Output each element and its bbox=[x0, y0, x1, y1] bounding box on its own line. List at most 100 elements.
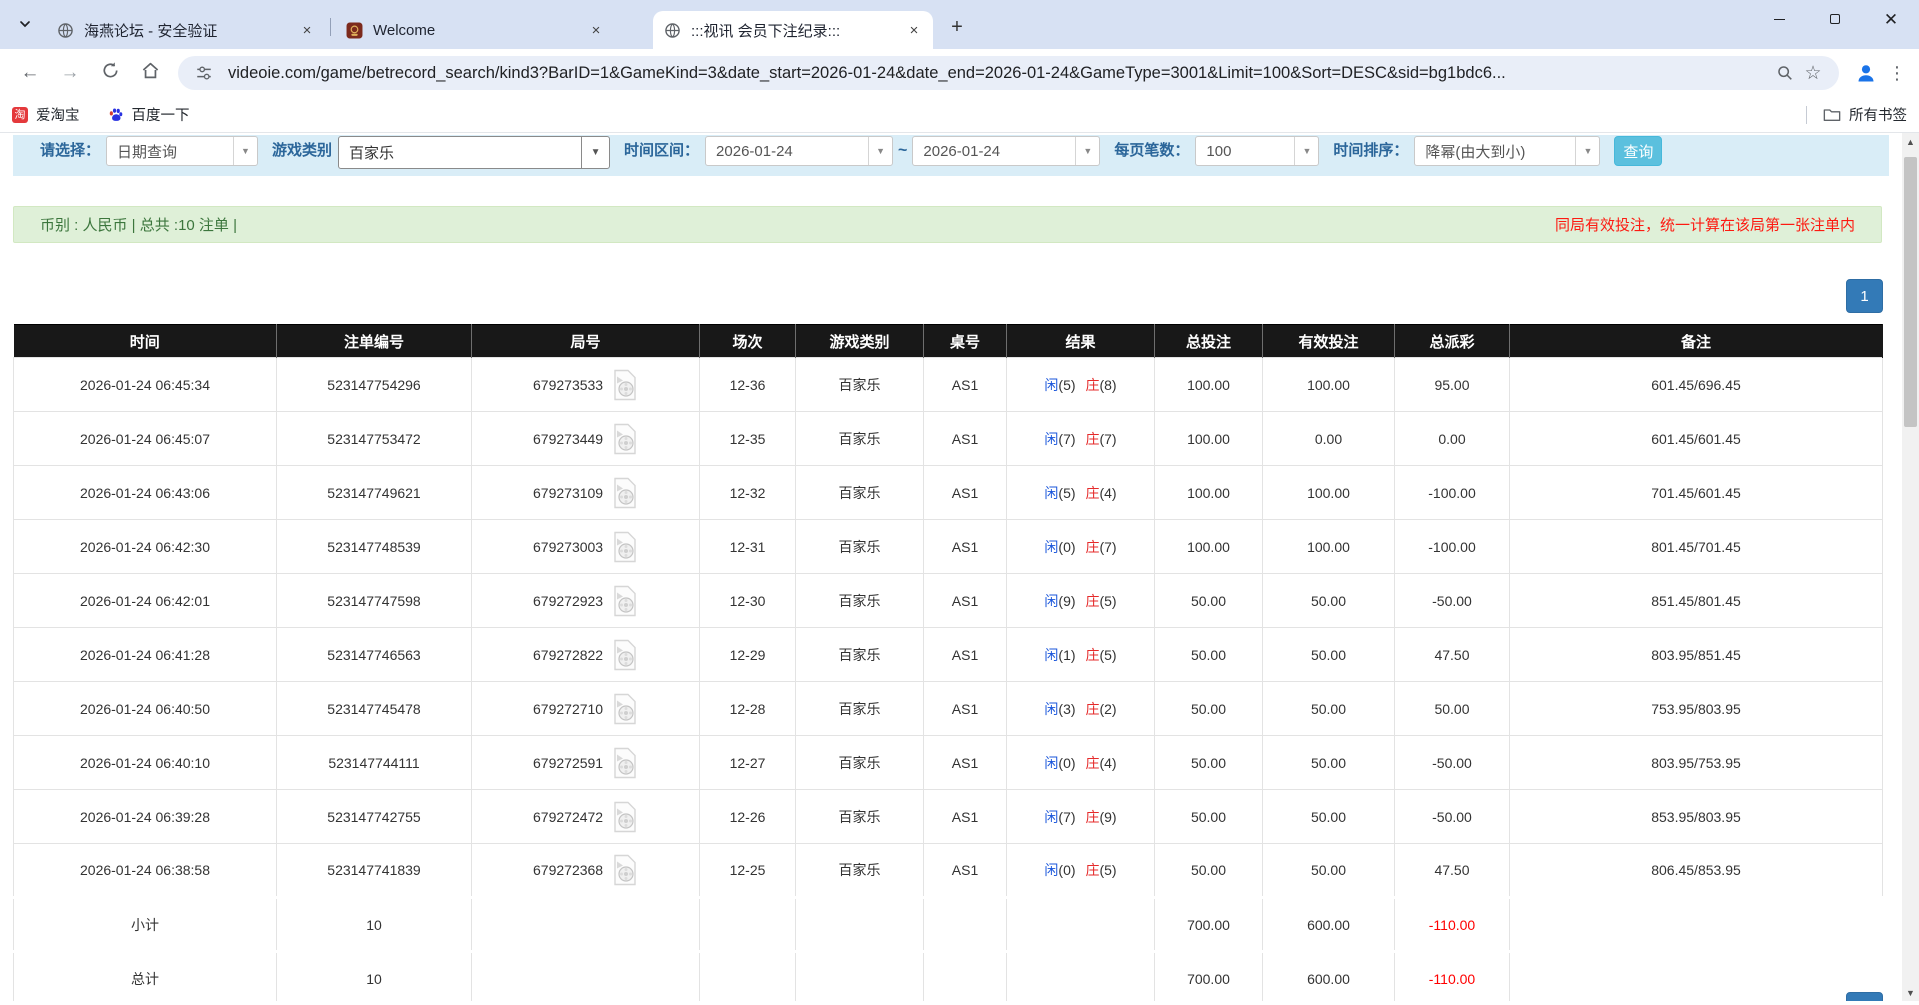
summary-payout: -110.00 bbox=[1395, 898, 1510, 952]
page-content: 请选择： 日期查询 ▼ 游戏类别 百家乐 ▼ 时间区间： 2026-01-24 … bbox=[0, 133, 1919, 1001]
pagination-page-1[interactable]: 1 bbox=[1846, 279, 1883, 313]
cell-payout: 95.00 bbox=[1395, 358, 1510, 412]
bookmark-baidu[interactable]: 百度一下 bbox=[108, 104, 190, 125]
all-bookmarks-button[interactable]: 所有书签 bbox=[1823, 104, 1907, 125]
result-banker: 庄(9) bbox=[1085, 809, 1116, 825]
welcome-site-icon bbox=[345, 21, 363, 39]
chevron-down-icon: ▼ bbox=[233, 137, 257, 165]
cell-total-bet-link[interactable]: 50.00 bbox=[1155, 844, 1263, 898]
cell-table-no: AS1 bbox=[924, 844, 1007, 898]
three-dot-menu-icon[interactable]: ⋮ bbox=[1885, 63, 1909, 84]
result-player: 闲(0) bbox=[1044, 539, 1075, 555]
table-row: 2026-01-24 06:45:34 523147754296 6792735… bbox=[14, 358, 1883, 412]
cell-remark: 803.95/851.45 bbox=[1510, 628, 1883, 682]
vertical-scrollbar[interactable]: ▲ ▼ bbox=[1902, 133, 1919, 1001]
cell-total-bet-link[interactable]: 100.00 bbox=[1155, 358, 1263, 412]
video-record-icon[interactable] bbox=[612, 585, 638, 617]
cell-game-type: 百家乐 bbox=[796, 358, 924, 412]
new-tab-button[interactable]: + bbox=[943, 13, 971, 41]
result-banker: 庄(4) bbox=[1085, 755, 1116, 771]
url-text[interactable]: videoie.com/game/betrecord_search/kind3?… bbox=[228, 64, 1771, 83]
video-record-icon[interactable] bbox=[612, 801, 638, 833]
forward-button[interactable]: → bbox=[53, 56, 87, 90]
cell-table-no: AS1 bbox=[924, 736, 1007, 790]
cell-session: 12-36 bbox=[700, 358, 796, 412]
maximize-button[interactable] bbox=[1807, 0, 1863, 38]
bookmark-taobao[interactable]: 淘 爱淘宝 bbox=[12, 104, 80, 125]
query-button[interactable]: 查询 bbox=[1614, 136, 1662, 166]
result-banker: 庄(7) bbox=[1085, 431, 1116, 447]
round-number: 679272923 bbox=[533, 593, 603, 609]
back-button[interactable]: ← bbox=[13, 56, 47, 90]
close-window-button[interactable]: ✕ bbox=[1863, 0, 1919, 38]
table-row: 2026-01-24 06:40:50 523147745478 6792727… bbox=[14, 682, 1883, 736]
query-type-select[interactable]: 日期查询 ▼ bbox=[106, 136, 258, 166]
video-record-icon[interactable] bbox=[612, 854, 638, 886]
table-row: 2026-01-24 06:42:01 523147747598 6792729… bbox=[14, 574, 1883, 628]
game-type-select[interactable]: 百家乐 ▼ bbox=[338, 136, 610, 169]
video-record-icon[interactable] bbox=[612, 747, 638, 779]
notice-text: 同局有效投注，统一计算在该局第一张注单内 bbox=[1555, 214, 1855, 235]
scrollbar-thumb[interactable] bbox=[1904, 157, 1917, 427]
cell-time: 2026-01-24 06:40:50 bbox=[14, 682, 277, 736]
date-end-select[interactable]: 2026-01-24 ▼ bbox=[912, 136, 1100, 166]
video-record-icon[interactable] bbox=[612, 639, 638, 671]
cell-valid-bet: 50.00 bbox=[1263, 790, 1395, 844]
cell-total-bet-link[interactable]: 100.00 bbox=[1155, 466, 1263, 520]
result-player: 闲(5) bbox=[1044, 377, 1075, 393]
tab-bet-records-active[interactable]: :::视讯 会员下注纪录::: × bbox=[653, 11, 933, 49]
cell-total-bet-link[interactable]: 100.00 bbox=[1155, 520, 1263, 574]
cell-remark: 803.95/753.95 bbox=[1510, 736, 1883, 790]
tab-welcome[interactable]: Welcome × bbox=[335, 11, 615, 49]
globe-icon bbox=[663, 21, 681, 39]
chevron-down-icon: ▼ bbox=[581, 137, 609, 168]
cell-total-bet-link[interactable]: 100.00 bbox=[1155, 412, 1263, 466]
site-info-icon[interactable] bbox=[190, 59, 218, 87]
video-record-icon[interactable] bbox=[612, 423, 638, 455]
cell-total-bet-link[interactable]: 50.00 bbox=[1155, 628, 1263, 682]
minimize-icon bbox=[1774, 19, 1785, 20]
cell-payout: -100.00 bbox=[1395, 520, 1510, 574]
sort-select[interactable]: 降幂(由大到小) ▼ bbox=[1414, 136, 1600, 166]
cell-total-bet-link[interactable]: 50.00 bbox=[1155, 736, 1263, 790]
pagination-page-1-bottom[interactable]: 1 bbox=[1846, 992, 1883, 1001]
cell-bet-id: 523147748539 bbox=[277, 520, 472, 574]
minimize-button[interactable] bbox=[1751, 0, 1807, 38]
bookmarks-bar: 淘 爱淘宝 百度一下 所有书签 bbox=[0, 97, 1919, 133]
page-size-select[interactable]: 100 ▼ bbox=[1195, 136, 1319, 166]
close-icon[interactable]: × bbox=[905, 21, 923, 39]
close-icon[interactable]: × bbox=[298, 21, 316, 39]
close-icon[interactable]: × bbox=[587, 21, 605, 39]
tab-title: :::视讯 会员下注纪录::: bbox=[691, 20, 905, 41]
date-start-select[interactable]: 2026-01-24 ▼ bbox=[705, 136, 893, 166]
scroll-down-arrow-icon[interactable]: ▼ bbox=[1902, 984, 1919, 1001]
profile-avatar-icon[interactable] bbox=[1849, 56, 1883, 90]
video-record-icon[interactable] bbox=[612, 531, 638, 563]
result-banker: 庄(5) bbox=[1085, 593, 1116, 609]
home-icon bbox=[141, 61, 160, 86]
cell-total-bet-link[interactable]: 50.00 bbox=[1155, 790, 1263, 844]
result-player: 闲(1) bbox=[1044, 647, 1075, 663]
cell-total-bet-link[interactable]: 50.00 bbox=[1155, 574, 1263, 628]
zoom-magnifier-icon[interactable] bbox=[1771, 59, 1799, 87]
cell-result: 闲(1) 庄(5) bbox=[1007, 628, 1155, 682]
summary-row: 小计 10 700.00 600.00 -110.00 bbox=[14, 898, 1883, 952]
cell-result: 闲(5) 庄(4) bbox=[1007, 466, 1155, 520]
scroll-up-arrow-icon[interactable]: ▲ bbox=[1902, 133, 1919, 150]
reload-button[interactable] bbox=[93, 56, 127, 90]
tab-haiyan-forum[interactable]: 海燕论坛 - 安全验证 × bbox=[46, 11, 326, 49]
table-row: 2026-01-24 06:39:28 523147742755 6792724… bbox=[14, 790, 1883, 844]
tab-search-button[interactable] bbox=[10, 11, 40, 41]
filter-bar: 请选择： 日期查询 ▼ 游戏类别 百家乐 ▼ 时间区间： 2026-01-24 … bbox=[13, 135, 1889, 176]
home-button[interactable] bbox=[133, 56, 167, 90]
cell-total-bet-link[interactable]: 50.00 bbox=[1155, 682, 1263, 736]
video-record-icon[interactable] bbox=[612, 693, 638, 725]
column-header: 注单编号 bbox=[277, 325, 472, 358]
star-bookmark-icon[interactable]: ☆ bbox=[1799, 59, 1827, 87]
column-header: 总投注 bbox=[1155, 325, 1263, 358]
url-bar[interactable]: videoie.com/game/betrecord_search/kind3?… bbox=[178, 56, 1839, 90]
cell-valid-bet: 100.00 bbox=[1263, 520, 1395, 574]
video-record-icon[interactable] bbox=[612, 369, 638, 401]
video-record-icon[interactable] bbox=[612, 477, 638, 509]
cell-time: 2026-01-24 06:39:28 bbox=[14, 790, 277, 844]
